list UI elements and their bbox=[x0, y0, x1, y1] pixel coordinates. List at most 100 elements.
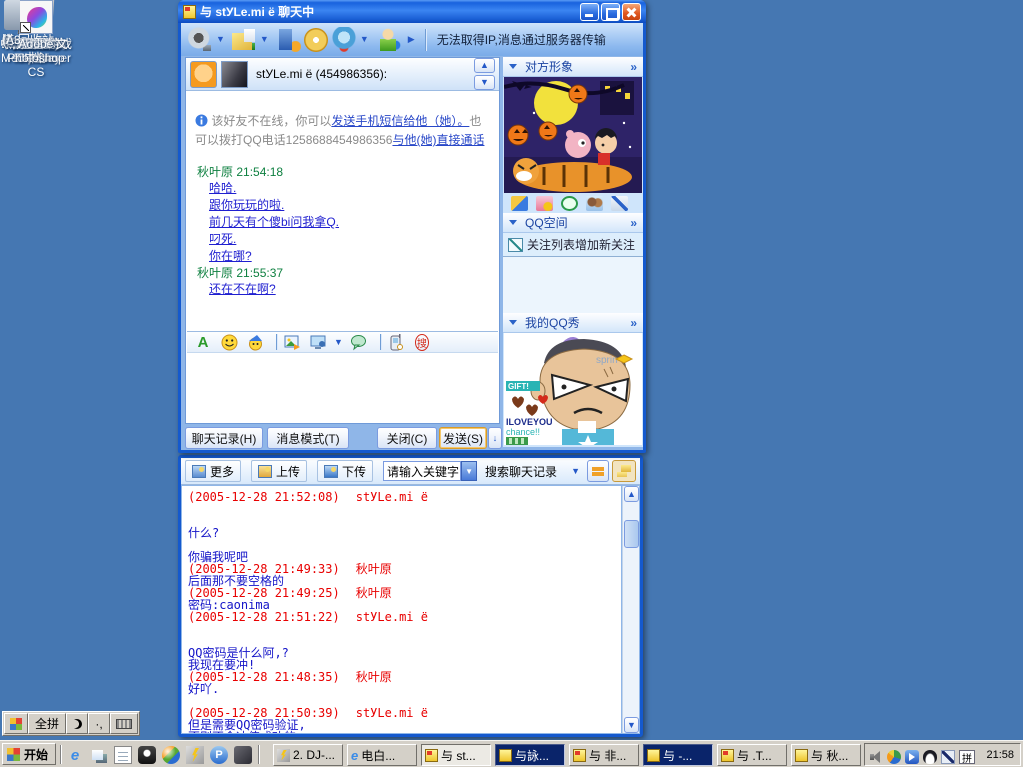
tree-view-button[interactable] bbox=[612, 460, 636, 482]
file-dropdown-icon[interactable]: ▼ bbox=[260, 35, 269, 44]
send-picture-icon[interactable] bbox=[282, 332, 302, 352]
history-scrollbar[interactable]: ▲ ▼ bbox=[622, 486, 639, 733]
quicklaunch-app-icon[interactable] bbox=[234, 746, 252, 764]
message-display-area[interactable]: 该好友不在线，你可以发送手机短信给他（她）。也可以拨打QQ电话125868845… bbox=[187, 92, 498, 331]
add-friend-icon[interactable] bbox=[374, 26, 401, 53]
task-chat-fei[interactable]: 与 非... bbox=[569, 744, 639, 766]
scrollbar-up-button[interactable]: ▲ bbox=[624, 486, 639, 502]
keyword-combobox[interactable]: 请输入关键字 ▼ bbox=[383, 461, 478, 481]
flashget-tray-icon[interactable] bbox=[905, 750, 919, 764]
chat-message-line[interactable]: 哈哈. bbox=[195, 180, 490, 197]
expand-icon[interactable]: » bbox=[630, 216, 637, 230]
mobile-message-icon[interactable] bbox=[274, 26, 301, 53]
scroll-down-button[interactable]: ▼ bbox=[474, 75, 495, 90]
send-file-icon[interactable] bbox=[230, 26, 257, 53]
task-chat-dash[interactable]: 与 -... bbox=[643, 744, 713, 766]
mobile-phone-icon[interactable] bbox=[386, 332, 406, 352]
maximize-button[interactable] bbox=[601, 2, 620, 21]
my-show-section-header[interactable]: 我的QQ秀 » bbox=[503, 313, 643, 333]
task-chat-t[interactable]: 与 .T... bbox=[717, 744, 787, 766]
upload-button[interactable]: 上传 bbox=[251, 460, 308, 482]
quicklaunch-winamp-icon[interactable] bbox=[186, 746, 204, 764]
combo-dropdown-icon[interactable]: ▼ bbox=[461, 461, 478, 481]
video-chat-icon[interactable] bbox=[187, 26, 213, 53]
close-chat-button[interactable]: 关闭(C) bbox=[377, 427, 437, 449]
quicklaunch-ie-icon[interactable]: e bbox=[66, 746, 84, 764]
search-records-button[interactable]: 搜索聊天记录 bbox=[485, 463, 557, 480]
scroll-up-button[interactable]: ▲ bbox=[474, 58, 495, 73]
quicklaunch-foobar-icon[interactable] bbox=[138, 746, 156, 764]
screen-capture-icon[interactable] bbox=[308, 332, 328, 352]
chat-message-line[interactable]: 前几天有个傻bi问我拿Q. bbox=[195, 214, 490, 231]
capture-dropdown-icon[interactable]: ▼ bbox=[334, 337, 343, 347]
show-picture-icon[interactable] bbox=[511, 195, 528, 211]
expand-icon[interactable]: » bbox=[630, 316, 637, 330]
task-ie-page[interactable]: e 电白... bbox=[347, 744, 417, 766]
expand-icon[interactable]: » bbox=[630, 60, 637, 74]
quicklaunch-show-desktop-icon[interactable] bbox=[90, 746, 108, 764]
task-chat-st[interactable]: 与 st... bbox=[421, 744, 491, 766]
qq-show-icon[interactable] bbox=[330, 26, 357, 53]
refresh-icon[interactable] bbox=[561, 195, 578, 211]
chat-message-line[interactable]: 跟你玩玩的啦. bbox=[195, 197, 490, 214]
split-view-button[interactable] bbox=[587, 460, 609, 482]
chat-message-line[interactable]: 你在哪? bbox=[195, 248, 490, 265]
task-winamp[interactable]: 2. DJ-... bbox=[273, 744, 343, 766]
search-icon[interactable]: 搜 bbox=[412, 332, 432, 352]
chat-bubble-icon[interactable] bbox=[349, 332, 369, 352]
quicklaunch-wmp-icon[interactable] bbox=[162, 746, 180, 764]
qzone-section-header[interactable]: QQ空间 » bbox=[503, 213, 643, 233]
scrollbar-down-button[interactable]: ▼ bbox=[624, 717, 639, 733]
close-button[interactable] bbox=[622, 2, 641, 21]
send-options-button[interactable]: ↓ bbox=[488, 427, 502, 449]
scrollbar-thumb[interactable] bbox=[624, 520, 639, 548]
message-input-area[interactable] bbox=[187, 354, 498, 422]
minimize-button[interactable] bbox=[580, 2, 599, 21]
send-button[interactable]: 发送(S) bbox=[439, 427, 487, 449]
qq-face-avatar[interactable] bbox=[190, 60, 217, 88]
video-dropdown-icon[interactable]: ▼ bbox=[216, 35, 225, 44]
chat-history-button[interactable]: 聊天记录(H) bbox=[185, 427, 263, 449]
ime-mode-button[interactable]: 全拼 bbox=[28, 713, 66, 734]
task-chat-yong[interactable]: 与詠... bbox=[495, 744, 565, 766]
more-button[interactable]: 更多 bbox=[185, 460, 242, 482]
photo-album-icon[interactable] bbox=[586, 195, 603, 211]
peer-photo-avatar[interactable] bbox=[221, 60, 248, 88]
emoticon-icon[interactable] bbox=[219, 332, 239, 352]
edit-paint-icon[interactable] bbox=[611, 195, 628, 211]
message-mode-button[interactable]: 消息模式(T) bbox=[267, 427, 349, 449]
download-button[interactable]: 下传 bbox=[317, 460, 374, 482]
toolbar-expand-icon[interactable]: ▶ bbox=[408, 35, 415, 44]
keyword-input[interactable]: 请输入关键字 bbox=[383, 461, 462, 481]
qq-penguin-tray-icon[interactable] bbox=[923, 750, 937, 764]
ime-windows-icon[interactable] bbox=[4, 713, 28, 734]
start-button[interactable]: 开始 bbox=[2, 743, 56, 765]
chat-message-line[interactable]: 还在不在啊? bbox=[195, 281, 490, 298]
desktop-icon-partial-a34[interactable]: {A34 bbox=[0, 0, 20, 47]
dress-up-icon[interactable] bbox=[536, 195, 553, 211]
task-chat-qiu[interactable]: 与 秋... bbox=[791, 744, 861, 766]
qzone-link-row[interactable]: 关注列表增加新关注 bbox=[503, 233, 643, 257]
music-cd-icon[interactable] bbox=[303, 27, 328, 52]
font-format-icon[interactable]: A bbox=[193, 332, 213, 352]
ime-indicator[interactable]: 拼 bbox=[959, 750, 975, 765]
quicklaunch-popo-icon[interactable]: P bbox=[210, 746, 228, 764]
fullwidth-moon-icon[interactable] bbox=[66, 713, 88, 734]
show-dropdown-icon[interactable]: ▼ bbox=[360, 35, 369, 44]
punctuation-button[interactable]: ·, bbox=[88, 713, 110, 734]
qzone-follow-link[interactable]: 关注列表增加新关注 bbox=[527, 236, 635, 253]
search-dropdown-icon[interactable]: ▼ bbox=[571, 466, 580, 476]
chat-titlebar[interactable]: 与 stУLe.mi ё 聊天中 bbox=[178, 0, 646, 23]
pen-tray-icon[interactable] bbox=[941, 750, 955, 764]
send-sms-link[interactable]: 发送手机短信给他（她）。 bbox=[331, 114, 469, 128]
chat-message-line[interactable]: 叼死. bbox=[195, 231, 490, 248]
qq-call-link[interactable]: 与他(她)直接通话 bbox=[392, 133, 484, 147]
clock[interactable]: 21:58 bbox=[986, 749, 1014, 761]
volume-icon[interactable] bbox=[869, 750, 883, 764]
magic-expression-icon[interactable] bbox=[245, 332, 265, 352]
network-globe-tray-icon[interactable] bbox=[887, 750, 901, 764]
quicklaunch-notepad-icon[interactable] bbox=[114, 746, 132, 764]
soft-keyboard-icon[interactable] bbox=[110, 713, 138, 734]
history-content[interactable]: (2005-12-28 21:52:08) stУLe.mi ё 什么? 你骗我呢… bbox=[182, 486, 621, 733]
peer-show-section-header[interactable]: 对方形象 » bbox=[503, 57, 643, 77]
